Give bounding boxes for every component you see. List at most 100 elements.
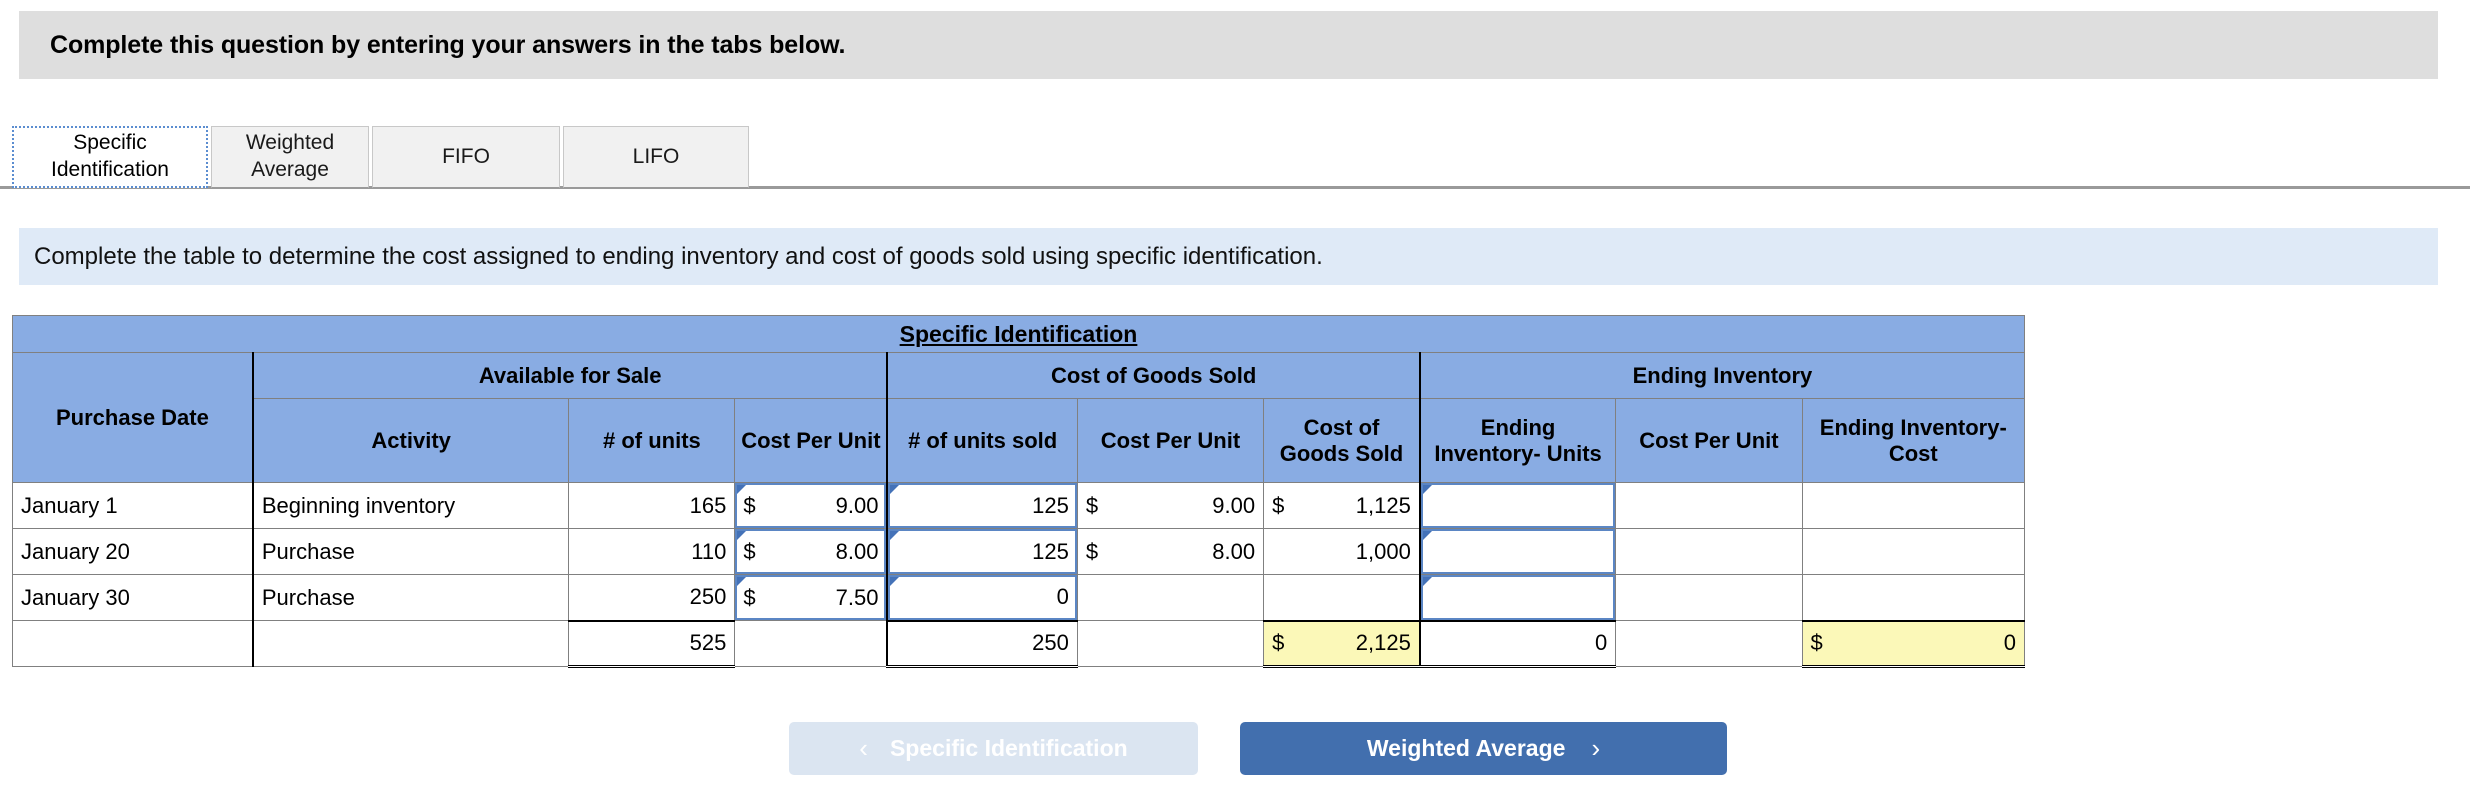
row2-afs-cost-per-unit[interactable]: $7.50 [734,574,888,621]
row1-date: January 20 [11,528,254,575]
header-ending-inventory: Ending Inventory [1418,352,2025,399]
table-title: Specific Identification [12,315,2025,353]
header-ei-cost: Ending Inventory- Cost [1801,398,2026,483]
header-ei-units: Ending Inventory- Units [1418,398,1617,483]
tab-specific-identification-line2: Identification [51,158,169,181]
header-cogs-units-sold: # of units sold [886,398,1078,483]
tab-fifo-label: FIFO [442,144,490,168]
tab-strip: Specific Identification Weighted Average… [0,126,2470,189]
table-title-row: Specific Identification [12,315,2025,353]
totals-cogs-cost-dollar-sign: $ [1272,630,1285,656]
header-cogs-cost: Cost of Goods Sold [1263,398,1421,483]
row1-ei-units[interactable] [1418,528,1617,575]
row1-ei-cost [1801,528,2026,575]
previous-tab-button[interactable]: ‹ Specific Identification [789,722,1198,775]
row2-afs-units: 250 [568,574,736,621]
totals-ei-cost-per-unit [1615,620,1803,667]
row2-cogs-cost-per-unit [1076,574,1265,621]
row0-cogs-units-value: 125 [1032,492,1069,518]
bottom-navigation: ‹ Specific Identification Weighted Avera… [0,722,2470,788]
row2-afs-cpu-value: 7.50 [835,584,879,610]
header-ei-cost-per-unit: Cost Per Unit [1615,398,1803,483]
row0-cogs-cost-dollar-sign: $ [1272,492,1285,518]
row1-cogs-cpu-value: 8.00 [1212,538,1256,564]
tab-lifo-label: LIFO [632,144,680,168]
row0-afs-units: 165 [568,482,736,529]
row1-afs-cpu-value: 8.00 [835,538,879,564]
table-totals-row: 525 250 $2,125 0 $0 [11,619,2026,668]
row2-ei-cost [1801,574,2026,621]
row1-activity: Purchase [251,528,570,575]
row0-cogs-cost-value: 1,125 [1355,492,1411,518]
totals-activity [251,620,570,667]
totals-afs-cost-per-unit [734,620,888,667]
tab-lifo[interactable]: LIFO [563,126,749,188]
instruction-band: Complete the table to determine the cost… [19,228,2438,285]
chevron-left-icon: ‹ [859,733,868,763]
row0-cogs-cpu-dollar-sign: $ [1085,492,1099,518]
table-row: January 1 Beginning inventory 165 $9.00 … [11,482,2026,529]
header-available-for-sale: Available for Sale [251,352,888,399]
totals-cogs-cost: $2,125 [1263,619,1421,668]
header-afs-units: # of units [568,398,736,483]
row0-activity: Beginning inventory [251,482,570,529]
totals-afs-units: 525 [568,619,736,668]
row2-cogs-units-sold[interactable]: 0 [886,574,1078,621]
header-activity: Activity [251,398,570,483]
row1-cogs-cost-value: 1,000 [1355,538,1411,564]
tab-weighted-average[interactable]: Weighted Average [211,126,369,188]
instruction-text: Complete the table to determine the cost… [34,242,1323,270]
header-cogs-cost-per-unit: Cost Per Unit [1076,398,1265,483]
question-banner-text: Complete this question by entering your … [50,30,846,59]
next-tab-label: Weighted Average [1366,735,1566,761]
table-column-header-row: Activity # of units Cost Per Unit # of u… [13,398,2026,483]
table-row: January 30 Purchase 250 $7.50 0 [11,574,2026,621]
table-group-header-row: Purchase Date Available for Sale Cost of… [11,352,2025,483]
row2-ei-cost-per-unit [1615,574,1803,621]
totals-cogs-cost-value: 2,125 [1355,630,1411,656]
totals-ei-units: 0 [1418,619,1617,668]
row0-ei-cost-per-unit [1615,482,1803,529]
header-purchase-date: Purchase Date [11,352,254,483]
totals-ei-cost: $0 [1801,619,2026,668]
row0-cogs-cpu-value: 9.00 [1212,492,1256,518]
tab-specific-identification[interactable]: Specific Identification [12,126,208,188]
row2-date: January 30 [11,574,254,621]
totals-cogs-units-sold: 250 [886,619,1078,668]
row1-ei-cost-per-unit [1615,528,1803,575]
header-cost-of-goods-sold: Cost of Goods Sold [886,352,1421,399]
row0-afs-cpu-value: 9.00 [835,492,879,518]
row1-cogs-units-value: 125 [1032,538,1069,564]
row0-cogs-units-sold[interactable]: 125 [886,482,1078,529]
row0-cogs-cost: $1,125 [1263,482,1421,529]
worksheet-page: Complete this question by entering your … [0,0,2470,788]
previous-tab-label: Specific Identification [889,735,1128,761]
chevron-right-icon: › [1591,733,1601,763]
totals-cogs-cost-per-unit [1076,620,1265,667]
row2-cogs-cost [1263,574,1421,621]
totals-date [11,620,254,667]
totals-ei-cost-dollar-sign: $ [1810,630,1823,656]
row0-cogs-cost-per-unit: $9.00 [1076,482,1265,529]
row1-afs-cost-per-unit[interactable]: $8.00 [734,528,888,575]
row0-date: January 1 [11,482,254,529]
row2-afs-cpu-dollar-sign: $ [743,584,756,610]
row0-afs-cpu-dollar-sign: $ [743,492,756,518]
table-row: January 20 Purchase 110 $8.00 125 $8.00 … [11,528,2026,575]
tab-weighted-average-line1: Weighted [245,131,335,155]
row0-afs-cost-per-unit[interactable]: $9.00 [734,482,888,529]
row1-afs-units: 110 [568,528,736,575]
row0-ei-units[interactable] [1418,482,1617,529]
row2-ei-units[interactable] [1418,574,1617,621]
row1-afs-cpu-dollar-sign: $ [743,538,756,564]
next-tab-button[interactable]: Weighted Average › [1240,722,1727,775]
row2-cogs-units-value: 0 [1056,584,1069,610]
tab-fifo[interactable]: FIFO [372,126,560,188]
tab-weighted-average-line2: Average [251,158,329,181]
tab-specific-identification-line1: Specific [73,131,147,155]
header-afs-cost-per-unit: Cost Per Unit [734,398,888,483]
row2-activity: Purchase [251,574,570,621]
question-banner: Complete this question by entering your … [19,11,2438,79]
row1-cogs-units-sold[interactable]: 125 [886,528,1078,575]
inventory-worksheet-table: Specific Identification Purchase Date Av… [11,315,2026,668]
